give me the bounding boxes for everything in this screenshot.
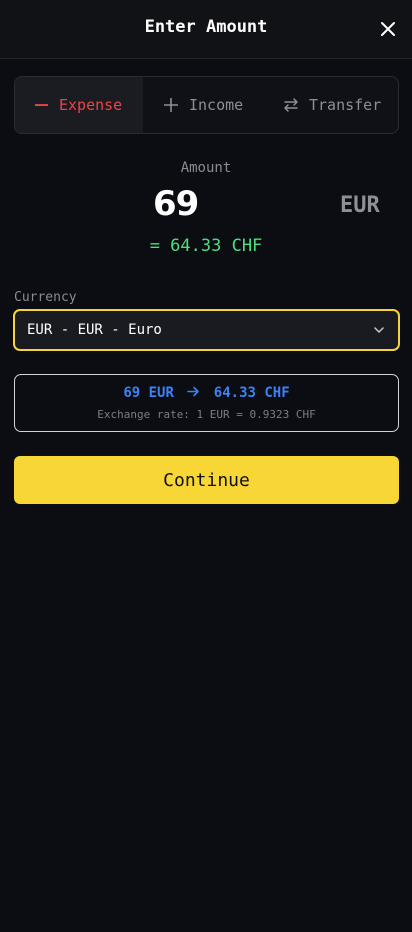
chevron-down-icon [374,327,384,333]
close-icon [381,22,395,36]
currency-label: Currency [14,290,77,305]
amount-input[interactable]: 69 [153,184,199,224]
header-bar: Enter Amount [0,0,412,59]
swap-arrows-icon [284,98,298,112]
transaction-type-tabs: Expense Income Transfer [14,76,399,134]
exchange-rate-card: 69 EUR 64.33 CHF Exchange rate: 1 EUR = … [14,374,399,432]
converted-amount: = 64.33 CHF [149,236,263,256]
conversion-summary: 69 EUR 64.33 CHF [15,385,398,401]
conversion-from: 69 EUR [123,385,174,401]
tab-transfer-label: Transfer [309,96,382,114]
arrow-right-icon [187,386,200,397]
currency-select[interactable]: EUR - EUR - Euro [13,309,400,351]
continue-button[interactable]: Continue [14,456,399,504]
tab-income[interactable]: Income [163,77,243,133]
tab-transfer[interactable]: Transfer [283,77,381,133]
minus-icon [34,104,49,106]
tab-expense[interactable]: Expense [15,77,143,133]
amount-label: Amount [180,160,232,176]
tab-income-label: Income [189,96,244,114]
page-title: Enter Amount [144,17,268,37]
amount-currency-code: EUR [340,193,380,218]
close-button[interactable] [378,19,398,39]
plus-icon [164,98,178,112]
conversion-to: 64.33 CHF [213,385,290,401]
tab-expense-label: Expense [59,96,123,114]
exchange-rate-text: Exchange rate: 1 EUR = 0.9323 CHF [97,408,316,421]
currency-selected-value: EUR - EUR - Euro [27,322,162,338]
